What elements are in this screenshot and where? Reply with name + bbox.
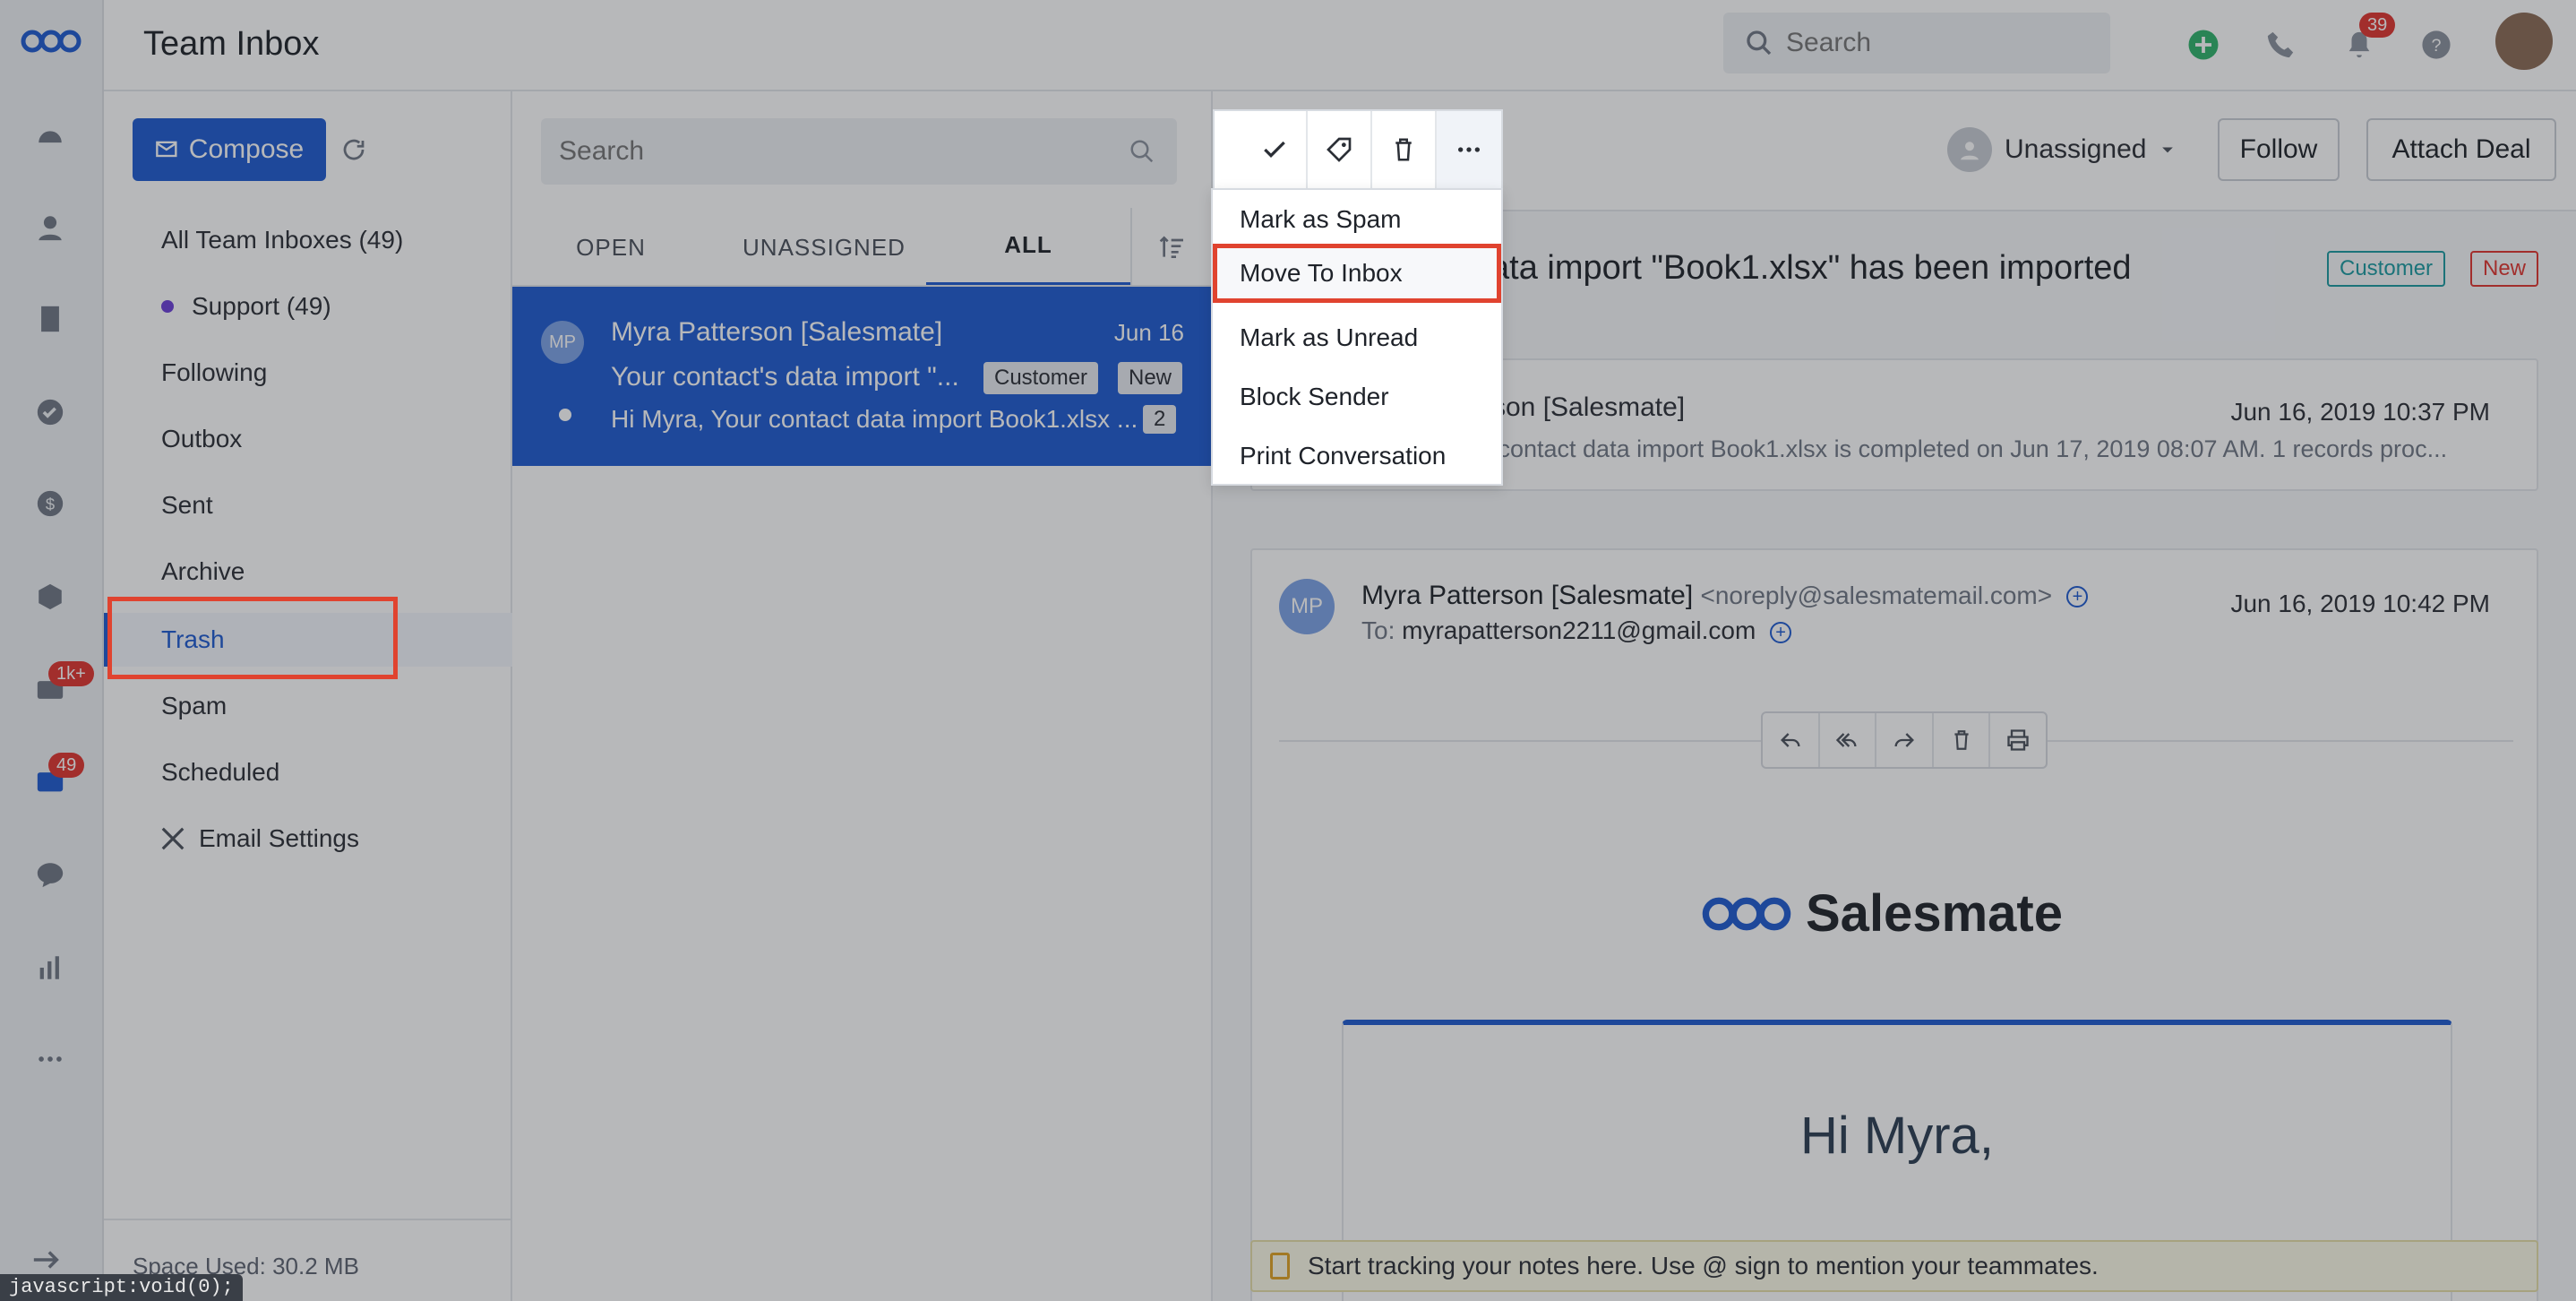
more-options-menu: Mark as Spam Move To Inbox Mark as Unrea… (1211, 188, 1503, 486)
status-tooltip: javascript:void(0); (0, 1274, 243, 1301)
more-options-icon[interactable] (1437, 111, 1501, 188)
resolve-icon[interactable] (1243, 111, 1308, 188)
menu-item-mark-as-unread[interactable]: Mark as Unread (1213, 308, 1501, 367)
menu-item-print-conversation[interactable]: Print Conversation (1213, 426, 1501, 486)
menu-item-block-sender[interactable]: Block Sender (1213, 367, 1501, 426)
menu-item-mark-as-spam[interactable]: Mark as Spam (1213, 190, 1501, 249)
delete-icon[interactable] (1372, 111, 1437, 188)
conversation-action-toolbar (1213, 109, 1503, 190)
tag-icon[interactable] (1308, 111, 1372, 188)
menu-item-move-to-inbox[interactable]: Move To Inbox (1213, 244, 1501, 303)
highlight-box (107, 597, 398, 679)
